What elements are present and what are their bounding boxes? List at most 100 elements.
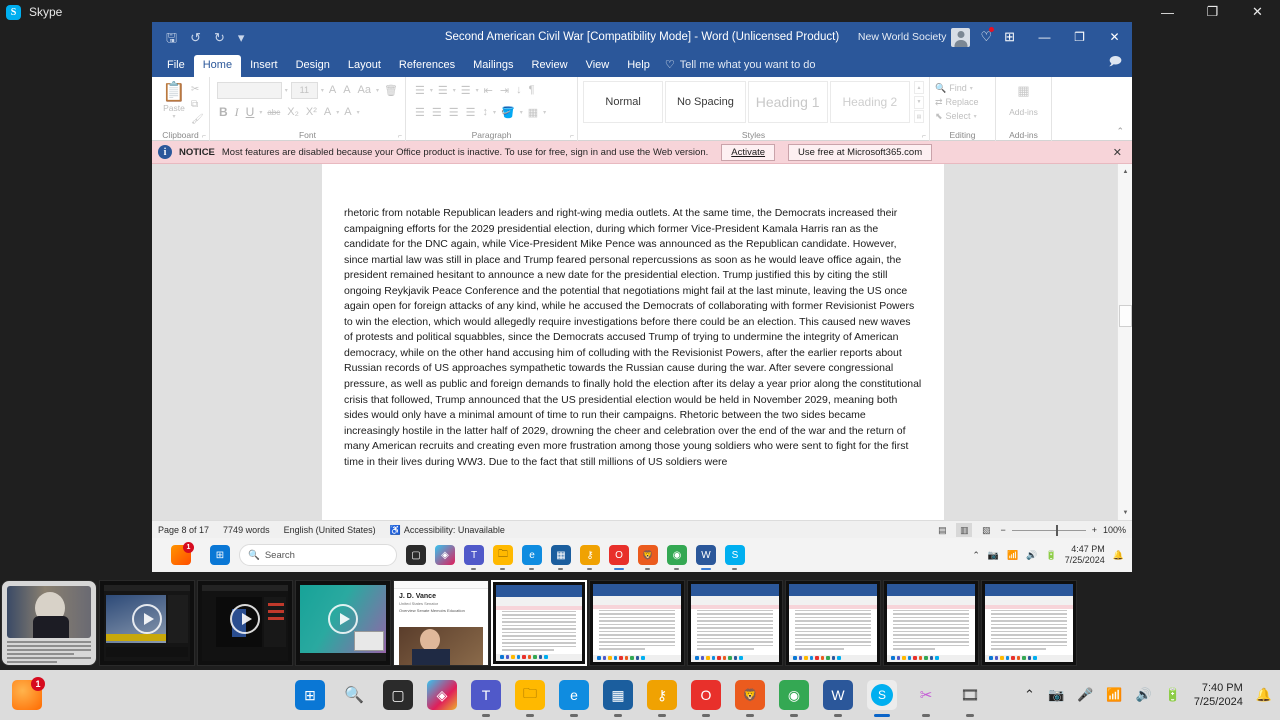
- zoom-slider-knob[interactable]: [1055, 524, 1058, 536]
- camera-off-icon[interactable]: 📷: [988, 550, 999, 561]
- bullets-icon[interactable]: ☰: [413, 84, 427, 97]
- close-notice-icon[interactable]: ✕: [1113, 146, 1126, 159]
- font-dialog-launcher[interactable]: ⌐: [398, 133, 402, 140]
- account-name[interactable]: New World Society: [858, 31, 947, 43]
- word-doc-thumb-6[interactable]: [981, 579, 1077, 666]
- show-hidden-icons-icon[interactable]: ⌃: [1024, 687, 1035, 703]
- microsoft-store-icon[interactable]: ▦: [603, 680, 633, 717]
- bullets-chevron-down-icon[interactable]: ▾: [430, 87, 433, 94]
- document-body-text[interactable]: rhetoric from notable Republican leaders…: [322, 164, 944, 470]
- zoom-in-button[interactable]: +: [1092, 525, 1097, 535]
- copy-icon[interactable]: ⧉: [191, 99, 204, 110]
- chrome-icon[interactable]: ◉: [667, 545, 687, 570]
- format-painter-icon[interactable]: 🖌: [191, 114, 204, 125]
- tab-references[interactable]: References: [390, 55, 464, 77]
- lightbulb-icon[interactable]: ♡: [980, 27, 995, 45]
- align-center-icon[interactable]: ☰: [430, 106, 444, 119]
- select-chevron-down-icon[interactable]: ▾: [974, 113, 977, 120]
- align-right-icon[interactable]: ☰: [447, 106, 461, 119]
- brave-icon[interactable]: 🦁: [638, 545, 658, 570]
- tab-help[interactable]: Help: [618, 55, 659, 77]
- volume-icon[interactable]: 🔊: [1136, 687, 1152, 703]
- skype-maximize-button[interactable]: ❐: [1190, 0, 1235, 24]
- task-view-icon[interactable]: ▢: [406, 545, 426, 565]
- redo-icon[interactable]: ↻: [214, 31, 225, 44]
- word-count-status[interactable]: 7749 words: [223, 525, 270, 535]
- decrease-indent-icon[interactable]: ⇤: [482, 84, 495, 97]
- multilevel-list-icon[interactable]: ☰: [459, 84, 473, 97]
- video-thumb-3[interactable]: [295, 579, 391, 666]
- wifi-icon[interactable]: 📶: [1007, 550, 1018, 561]
- vertical-scrollbar[interactable]: ▲ ▼: [1117, 164, 1132, 520]
- word-icon[interactable]: W: [696, 545, 716, 570]
- word-icon[interactable]: W: [823, 680, 853, 717]
- grow-font-icon[interactable]: A: [327, 84, 338, 96]
- word-restore-button[interactable]: ❐: [1062, 22, 1097, 52]
- style-normal[interactable]: Normal: [583, 81, 664, 123]
- borders-chevron-down-icon[interactable]: ▾: [543, 109, 546, 116]
- opera-icon[interactable]: O: [609, 545, 629, 570]
- video-editor-icon[interactable]: 🎞: [955, 680, 985, 717]
- word-close-button[interactable]: ✕: [1097, 22, 1132, 52]
- copilot-icon[interactable]: ◈: [427, 680, 457, 710]
- tell-me-box[interactable]: ♡ Tell me what you want to do: [665, 58, 816, 77]
- shading-chevron-down-icon[interactable]: ▾: [520, 109, 523, 116]
- activate-button[interactable]: Activate: [721, 143, 776, 161]
- superscript-button[interactable]: X²: [304, 106, 319, 118]
- increase-indent-icon[interactable]: ⇥: [498, 84, 511, 97]
- style-heading-2[interactable]: Heading 2: [829, 81, 910, 123]
- cut-icon[interactable]: ✂: [191, 84, 204, 95]
- proton-pass-icon[interactable]: ⚷: [647, 680, 677, 717]
- ribbon-display-options-icon[interactable]: ⊞: [1004, 29, 1015, 45]
- skype-minimize-button[interactable]: —: [1145, 0, 1190, 24]
- opera-icon[interactable]: O: [691, 680, 721, 717]
- word-doc-thumb-3[interactable]: [687, 579, 783, 666]
- styles-scroll-up-icon[interactable]: ▲: [914, 81, 924, 94]
- customize-qat-icon[interactable]: ▾: [238, 31, 245, 44]
- select-button[interactable]: ⬉ Select ▾: [935, 109, 990, 123]
- font-size-chevron-down-icon[interactable]: ▾: [321, 87, 324, 94]
- show-hidden-icons-icon[interactable]: ⌃: [972, 550, 980, 561]
- video-thumb-1[interactable]: [99, 579, 195, 666]
- text-highlight-icon[interactable]: A: [342, 106, 353, 118]
- battery-icon[interactable]: 🔋: [1165, 687, 1181, 703]
- sort-icon[interactable]: ↓: [514, 84, 524, 96]
- zoom-out-button[interactable]: −: [1000, 525, 1005, 535]
- find-button[interactable]: 🔍 Find ▾: [935, 81, 990, 95]
- edge-icon[interactable]: e: [522, 545, 542, 570]
- shrink-font-icon[interactable]: A: [341, 84, 352, 96]
- clear-formatting-icon[interactable]: 🗑: [382, 84, 400, 97]
- font-name-input[interactable]: [217, 81, 282, 99]
- page-number-status[interactable]: Page 8 of 17: [158, 525, 209, 535]
- notification-bell-icon[interactable]: 🔔: [1113, 550, 1124, 561]
- volume-icon[interactable]: 🔊: [1026, 550, 1037, 561]
- tab-mailings[interactable]: Mailings: [464, 55, 522, 77]
- zoom-level-label[interactable]: 100%: [1103, 525, 1126, 535]
- proton-pass-icon[interactable]: ⚷: [580, 545, 600, 570]
- justify-icon[interactable]: ☰: [464, 106, 478, 119]
- wifi-icon[interactable]: 📶: [1106, 687, 1122, 703]
- font-color-chevron-down-icon[interactable]: ▾: [357, 109, 360, 116]
- start-icon[interactable]: ⊞: [210, 545, 230, 565]
- collapse-ribbon-icon[interactable]: ⌃: [1116, 126, 1124, 137]
- font-size-input[interactable]: 11: [290, 81, 318, 99]
- multilevel-chevron-down-icon[interactable]: ▾: [476, 87, 479, 94]
- document-page[interactable]: rhetoric from notable Republican leaders…: [322, 164, 944, 520]
- paste-chevron-down-icon[interactable]: ▾: [157, 113, 191, 120]
- styles-more-icon[interactable]: ▤: [914, 110, 924, 123]
- clipboard-dialog-launcher[interactable]: ⌐: [202, 133, 206, 140]
- underline-button[interactable]: U: [244, 105, 257, 119]
- tab-home[interactable]: Home: [193, 55, 242, 77]
- bold-button[interactable]: B: [217, 105, 230, 119]
- inner-clock[interactable]: 4:47 PM 7/25/2024: [1065, 544, 1105, 566]
- camera-off-icon[interactable]: 📷: [1048, 687, 1064, 703]
- tab-layout[interactable]: Layout: [339, 55, 390, 77]
- chrome-icon[interactable]: ◉: [779, 680, 809, 717]
- start-icon[interactable]: ⊞: [295, 680, 325, 710]
- comments-icon[interactable]: 🗩: [1109, 52, 1122, 73]
- brave-icon[interactable]: 🦁: [735, 680, 765, 717]
- scroll-up-icon[interactable]: ▲: [1118, 164, 1132, 179]
- text-effects-chevron-down-icon[interactable]: ▾: [336, 109, 339, 116]
- teams-icon[interactable]: T: [471, 680, 501, 717]
- web-layout-icon[interactable]: ▧: [978, 523, 994, 537]
